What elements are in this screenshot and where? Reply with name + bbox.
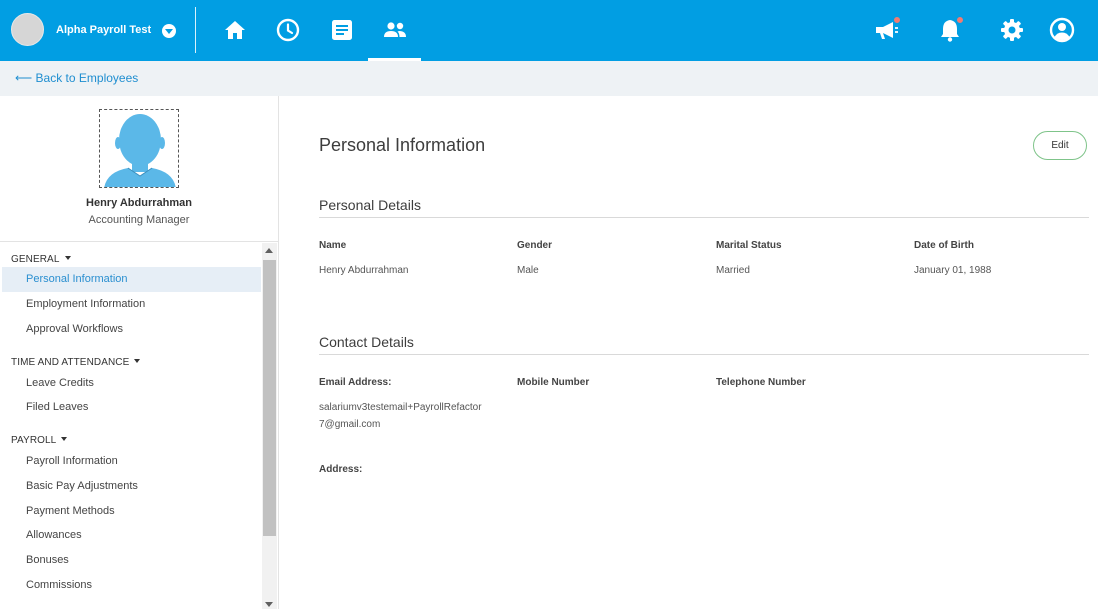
section-divider — [319, 217, 1089, 218]
scrollbar-thumb[interactable] — [263, 260, 276, 536]
email-address-value-line1: salariumv3testemail+PayrollRefactor — [319, 402, 482, 413]
top-navigation-bar: Alpha Payroll Test — [0, 0, 1098, 61]
sidebar-item-payment-methods[interactable]: Payment Methods — [2, 499, 261, 524]
company-name: Alpha Payroll Test — [56, 24, 152, 36]
sidebar-item-personal-information[interactable]: Personal Information — [2, 267, 261, 292]
sidebar-scrollbar[interactable] — [262, 243, 277, 609]
name-label: Name — [319, 240, 347, 251]
date-of-birth-label: Date of Birth — [914, 240, 974, 251]
address-label: Address: — [319, 464, 363, 475]
company-switcher[interactable]: Alpha Payroll Test — [11, 13, 177, 46]
sidebar-item-allowances[interactable]: Allowances — [2, 523, 261, 548]
marital-status-label: Marital Status — [716, 240, 782, 251]
bell-notification-dot — [956, 16, 964, 24]
back-bar: ⟵ Back to Employees — [0, 61, 1098, 96]
contact-details-title: Contact Details — [319, 334, 414, 350]
name-value: Henry Abdurrahman — [319, 265, 409, 276]
sidebar-menu: GENERAL Personal Information Employment … — [0, 243, 262, 609]
marital-status-value: Married — [716, 265, 750, 276]
main-content: Personal Information Edit Personal Detai… — [280, 96, 1098, 609]
megaphone-notification-dot — [893, 16, 901, 24]
topbar-divider — [195, 7, 196, 53]
edit-button[interactable]: Edit — [1033, 131, 1087, 160]
sidebar-item-filed-leaves[interactable]: Filed Leaves — [2, 395, 261, 420]
sidebar-item-leave-credits[interactable]: Leave Credits — [2, 371, 261, 396]
document-icon[interactable] — [326, 14, 358, 46]
email-address-value-line2: 7@gmail.com — [319, 419, 381, 430]
scroll-down-arrow-icon[interactable] — [265, 602, 273, 607]
sidebar-item-approval-workflows[interactable]: Approval Workflows — [2, 317, 261, 342]
section-time-and-attendance[interactable]: TIME AND ATTENDANCE — [11, 357, 141, 368]
section-general[interactable]: GENERAL — [11, 254, 71, 265]
personal-details-title: Personal Details — [319, 197, 421, 213]
employee-title: Accounting Manager — [88, 214, 190, 226]
sidebar-item-bonuses[interactable]: Bonuses — [2, 548, 261, 573]
telephone-number-label: Telephone Number — [716, 377, 806, 388]
company-avatar — [11, 13, 44, 46]
gender-label: Gender — [517, 240, 553, 251]
home-icon[interactable] — [219, 14, 251, 46]
avatar[interactable] — [99, 109, 179, 188]
caret-down-icon — [134, 359, 141, 364]
clock-icon[interactable] — [272, 14, 304, 46]
employee-profile-card: Henry Abdurrahman Accounting Manager — [0, 96, 278, 242]
sidebar-item-employment-information[interactable]: Employment Information — [2, 292, 261, 317]
caret-down-icon — [64, 256, 71, 261]
back-to-employees-link[interactable]: ⟵ Back to Employees — [15, 71, 138, 85]
caret-down-icon — [61, 437, 68, 442]
chevron-down-icon[interactable] — [162, 23, 177, 38]
employee-sidebar: Henry Abdurrahman Accounting Manager GEN… — [0, 96, 279, 609]
gear-icon[interactable] — [996, 14, 1028, 46]
people-icon[interactable] — [379, 14, 411, 46]
section-payroll[interactable]: PAYROLL — [11, 435, 68, 446]
sidebar-item-commissions[interactable]: Commissions — [2, 573, 261, 598]
employee-name: Henry Abdurrahman — [86, 197, 192, 209]
date-of-birth-value: January 01, 1988 — [914, 265, 992, 276]
gender-value: Male — [517, 265, 539, 276]
section-divider — [319, 354, 1089, 355]
sidebar-item-basic-pay-adjustments[interactable]: Basic Pay Adjustments — [2, 474, 261, 499]
page-title: Personal Information — [319, 135, 486, 155]
mobile-number-label: Mobile Number — [517, 377, 590, 388]
sidebar-item-payroll-information[interactable]: Payroll Information — [2, 449, 261, 474]
email-address-label: Email Address: — [319, 377, 392, 388]
user-circle-icon[interactable] — [1046, 14, 1078, 46]
scroll-up-arrow-icon[interactable] — [265, 248, 273, 253]
